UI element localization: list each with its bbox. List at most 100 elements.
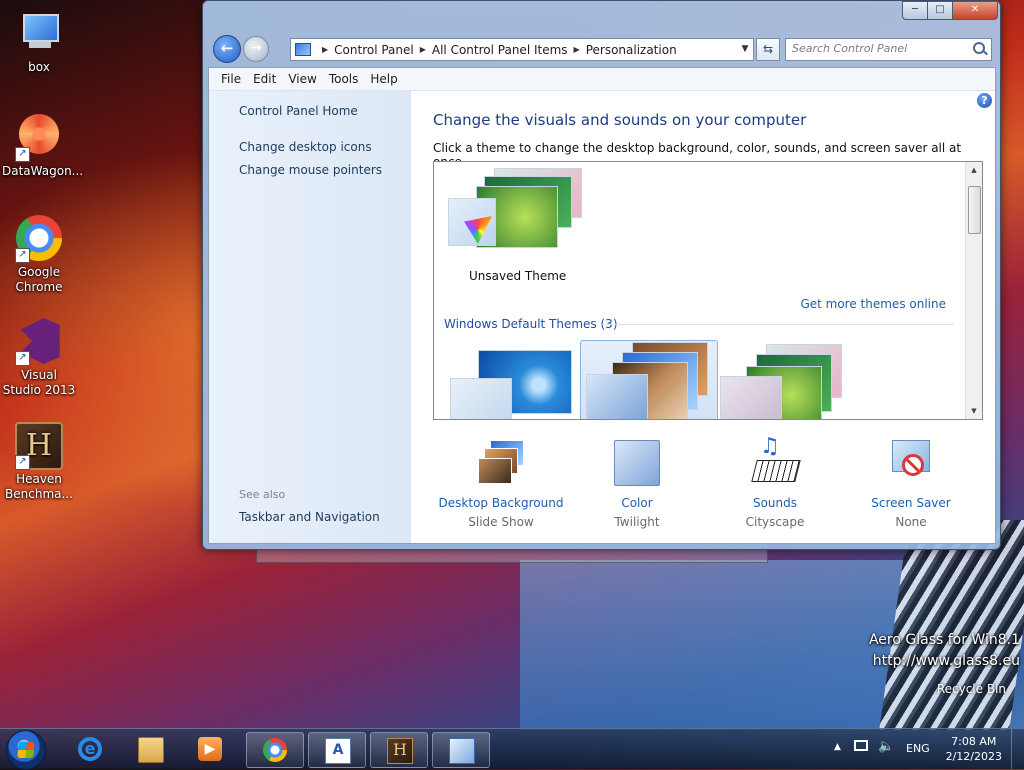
shortcut-arrow-icon: ↗	[15, 455, 30, 470]
main-content-pane: ? Change the visuals and sounds on your …	[411, 91, 995, 543]
control-panel-icon	[449, 738, 475, 764]
taskbar-wordpad[interactable]: A	[308, 732, 366, 768]
taskbar-media-player[interactable]: ▶	[182, 732, 238, 766]
get-more-themes-link[interactable]: Get more themes online	[800, 297, 946, 311]
sounds-value: Cityscape	[745, 515, 805, 529]
change-desktop-icons-link[interactable]: Change desktop icons	[239, 140, 372, 154]
background-building	[879, 520, 1024, 730]
theme-windows[interactable]	[448, 348, 572, 419]
default-themes-heading: Windows Default Themes (3)	[444, 317, 618, 331]
desktop-icon-visual-studio[interactable]: ↗ Visual Studio 2013	[2, 318, 76, 398]
network-icon[interactable]	[854, 740, 868, 751]
taskbar-internet-explorer[interactable]: e	[62, 732, 118, 766]
menu-edit[interactable]: Edit	[247, 68, 282, 90]
control-panel-home-link[interactable]: Control Panel Home	[239, 104, 358, 118]
unsaved-theme-label[interactable]: Unsaved Theme	[469, 269, 566, 283]
left-navigation-pane: Control Panel Home Change desktop icons …	[209, 91, 411, 543]
heaven-benchmark-icon: H	[387, 738, 413, 764]
close-button[interactable]: ✕	[953, 1, 998, 20]
control-panel-icon	[295, 43, 311, 56]
scroll-down-icon[interactable]: ▼	[966, 403, 982, 419]
address-dropdown-icon[interactable]: ▼	[737, 39, 753, 60]
color-value: Twilight	[614, 515, 660, 529]
desktop-background-title[interactable]: Desktop Background	[431, 496, 571, 510]
personalization-window: ─ □ ✕ ← → ▶ Control Panel ▶ All Control …	[202, 0, 1001, 550]
forward-button[interactable]: →	[243, 36, 269, 62]
scroll-thumb[interactable]	[968, 186, 981, 234]
desktop-background-icon	[476, 438, 526, 488]
window-controls: ─ □ ✕	[902, 1, 998, 20]
menu-tools[interactable]: Tools	[323, 68, 365, 90]
desktop-icon-datawagon[interactable]: ↗ DataWagon...	[2, 110, 83, 179]
unsaved-theme-thumbnail[interactable]	[446, 166, 582, 251]
taskbar-navigation-link[interactable]: Taskbar and Navigation	[239, 510, 380, 524]
color-icon	[612, 438, 662, 488]
chrome-icon-wrap: ↗	[15, 215, 63, 263]
clock-date: 2/12/2023	[945, 750, 1002, 763]
section-divider	[602, 324, 954, 325]
theme-architecture[interactable]	[586, 338, 708, 419]
back-button[interactable]: ←	[213, 35, 241, 63]
desktop-icon-heaven[interactable]: H ↗ Heaven Benchma...	[2, 422, 76, 502]
screen-saver-icon	[886, 438, 936, 488]
theme-settings-row: Desktop Background Slide Show Color Twil…	[431, 434, 981, 536]
chevron-right-icon[interactable]: ▶	[322, 45, 328, 54]
aero-glass-watermark: Aero Glass for Win8.1 http://www.glass8.…	[869, 630, 1020, 672]
color-title[interactable]: Color	[567, 496, 707, 510]
taskbar-control-panel[interactable]	[432, 732, 490, 768]
recycle-bin-label[interactable]: Recycle Bin	[937, 682, 1006, 696]
taskbar-chrome[interactable]	[246, 732, 304, 768]
change-mouse-pointers-link[interactable]: Change mouse pointers	[239, 163, 382, 177]
show-desktop-button[interactable]	[1011, 729, 1024, 769]
breadcrumb-control-panel[interactable]: Control Panel	[334, 43, 414, 57]
desktop-background-item[interactable]: Desktop Background Slide Show	[431, 436, 571, 529]
search-icon[interactable]	[973, 42, 985, 54]
file-explorer-icon	[138, 737, 164, 763]
desktop-icon-label: Heaven Benchma...	[5, 472, 73, 501]
address-bar[interactable]: ▶ Control Panel ▶ All Control Panel Item…	[290, 38, 754, 61]
theme-list: Unsaved Theme Get more themes online Win…	[433, 161, 983, 420]
menu-file[interactable]: File	[215, 68, 247, 90]
theme-landscapes[interactable]	[720, 338, 842, 419]
menu-view[interactable]: View	[282, 68, 322, 90]
help-icon[interactable]: ?	[977, 93, 992, 108]
taskbar-file-explorer[interactable]	[122, 732, 178, 766]
desktop-icon-label: Google Chrome	[15, 265, 63, 294]
page-title: Change the visuals and sounds on your co…	[433, 111, 807, 129]
datawagon-icon-wrap: ↗	[15, 114, 63, 162]
desktop-icon-label: Visual Studio 2013	[2, 368, 76, 397]
sounds-item[interactable]: ♫ Sounds Cityscape	[705, 434, 845, 529]
scroll-up-icon[interactable]: ▲	[966, 162, 982, 178]
desktop-icon-box[interactable]: box	[2, 10, 76, 75]
sounds-title[interactable]: Sounds	[705, 496, 845, 510]
theme-window-preview	[450, 378, 512, 419]
volume-icon[interactable]: 🔈	[878, 739, 894, 754]
theme-window-preview	[720, 376, 782, 419]
show-hidden-icons-icon[interactable]: ▲	[834, 742, 841, 752]
screen-saver-value: None	[895, 515, 927, 529]
desktop-background-value: Slide Show	[468, 515, 534, 529]
refresh-button[interactable]: ⇆	[756, 38, 780, 61]
chevron-right-icon[interactable]: ▶	[574, 45, 580, 54]
minimize-button[interactable]: ─	[902, 1, 928, 20]
maximize-button[interactable]: □	[928, 1, 953, 20]
search-input[interactable]	[786, 39, 962, 58]
menu-help[interactable]: Help	[364, 68, 403, 90]
chevron-right-icon[interactable]: ▶	[420, 45, 426, 54]
theme-list-scrollbar[interactable]: ▲ ▼	[965, 162, 982, 419]
breadcrumb-personalization[interactable]: Personalization	[586, 43, 677, 57]
start-button[interactable]	[6, 730, 46, 770]
watermark-line-2: http://www.glass8.eu	[872, 653, 1020, 669]
watermark-line-1: Aero Glass for Win8.1	[868, 632, 1020, 648]
language-indicator[interactable]: ENG	[906, 742, 930, 755]
taskbar-heaven-benchmark[interactable]: H	[370, 732, 428, 768]
heaven-benchmark-icon-wrap: H ↗	[15, 422, 63, 470]
window-client-area: File Edit View Tools Help Control Panel …	[208, 67, 996, 544]
screen-saver-item[interactable]: Screen Saver None	[841, 436, 981, 529]
desktop-icon-label: box	[28, 60, 50, 74]
color-item[interactable]: Color Twilight	[567, 436, 707, 529]
screen-saver-title[interactable]: Screen Saver	[841, 496, 981, 510]
breadcrumb-all-items[interactable]: All Control Panel Items	[432, 43, 568, 57]
desktop-icon-chrome[interactable]: ↗ Google Chrome	[2, 214, 76, 295]
clock[interactable]: 7:08 AM 2/12/2023	[946, 734, 1002, 764]
